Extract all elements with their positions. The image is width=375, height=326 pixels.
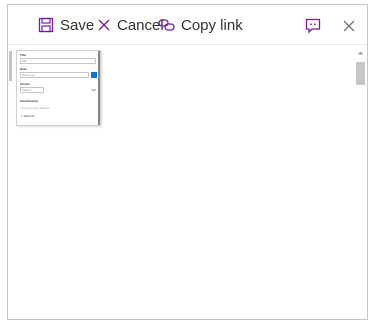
left-scrollbar[interactable] — [9, 51, 12, 81]
attach-file-link: 📎 Attach file — [20, 115, 35, 118]
link-icon — [158, 18, 175, 32]
vertical-scrollbar[interactable] — [356, 49, 365, 317]
cancel-button[interactable]: Cancel — [97, 14, 164, 36]
chevron-down-icon — [91, 88, 96, 92]
paperclip-icon: 📎 — [20, 115, 24, 118]
date-input: dd.mm.yyyy — [20, 72, 89, 78]
scroll-thumb[interactable] — [356, 62, 365, 85]
copy-link-button[interactable]: Copy link — [158, 14, 243, 36]
attach-file-label: Attach file — [23, 115, 35, 118]
copy-link-label: Copy link — [181, 16, 243, 34]
cancel-label: Cancel — [117, 16, 164, 34]
feedback-icon — [305, 18, 321, 34]
scroll-up-arrow-icon[interactable] — [356, 49, 365, 57]
form-content: Title Title Date dd.mm.yyyy Choice Optio… — [8, 45, 367, 319]
form-preview-thumbnail: Title Title Date dd.mm.yyyy Choice Optio… — [16, 50, 101, 126]
close-icon — [342, 19, 356, 33]
title-input: Title — [20, 58, 96, 64]
command-bar: Save Cancel Copy link — [8, 5, 367, 45]
preview-scrollbar — [98, 51, 100, 125]
feedback-button[interactable] — [305, 15, 321, 37]
title-field-label: Title — [20, 53, 27, 57]
choice-dropdown: Option 1 — [20, 87, 44, 93]
save-icon — [38, 17, 54, 33]
save-label: Save — [60, 16, 95, 34]
calendar-icon — [91, 72, 97, 78]
form-panel: Save Cancel Copy link Title Title Date d… — [7, 4, 368, 320]
dismiss-icon — [97, 18, 111, 32]
choice-field-label: Choice — [20, 82, 31, 86]
date-field-label: Date — [20, 67, 27, 71]
attachments-empty-hint: There is nothing attached. — [21, 107, 50, 110]
save-button[interactable]: Save — [38, 14, 94, 36]
attachments-label: Attachments — [20, 99, 39, 103]
close-button[interactable] — [342, 15, 356, 37]
